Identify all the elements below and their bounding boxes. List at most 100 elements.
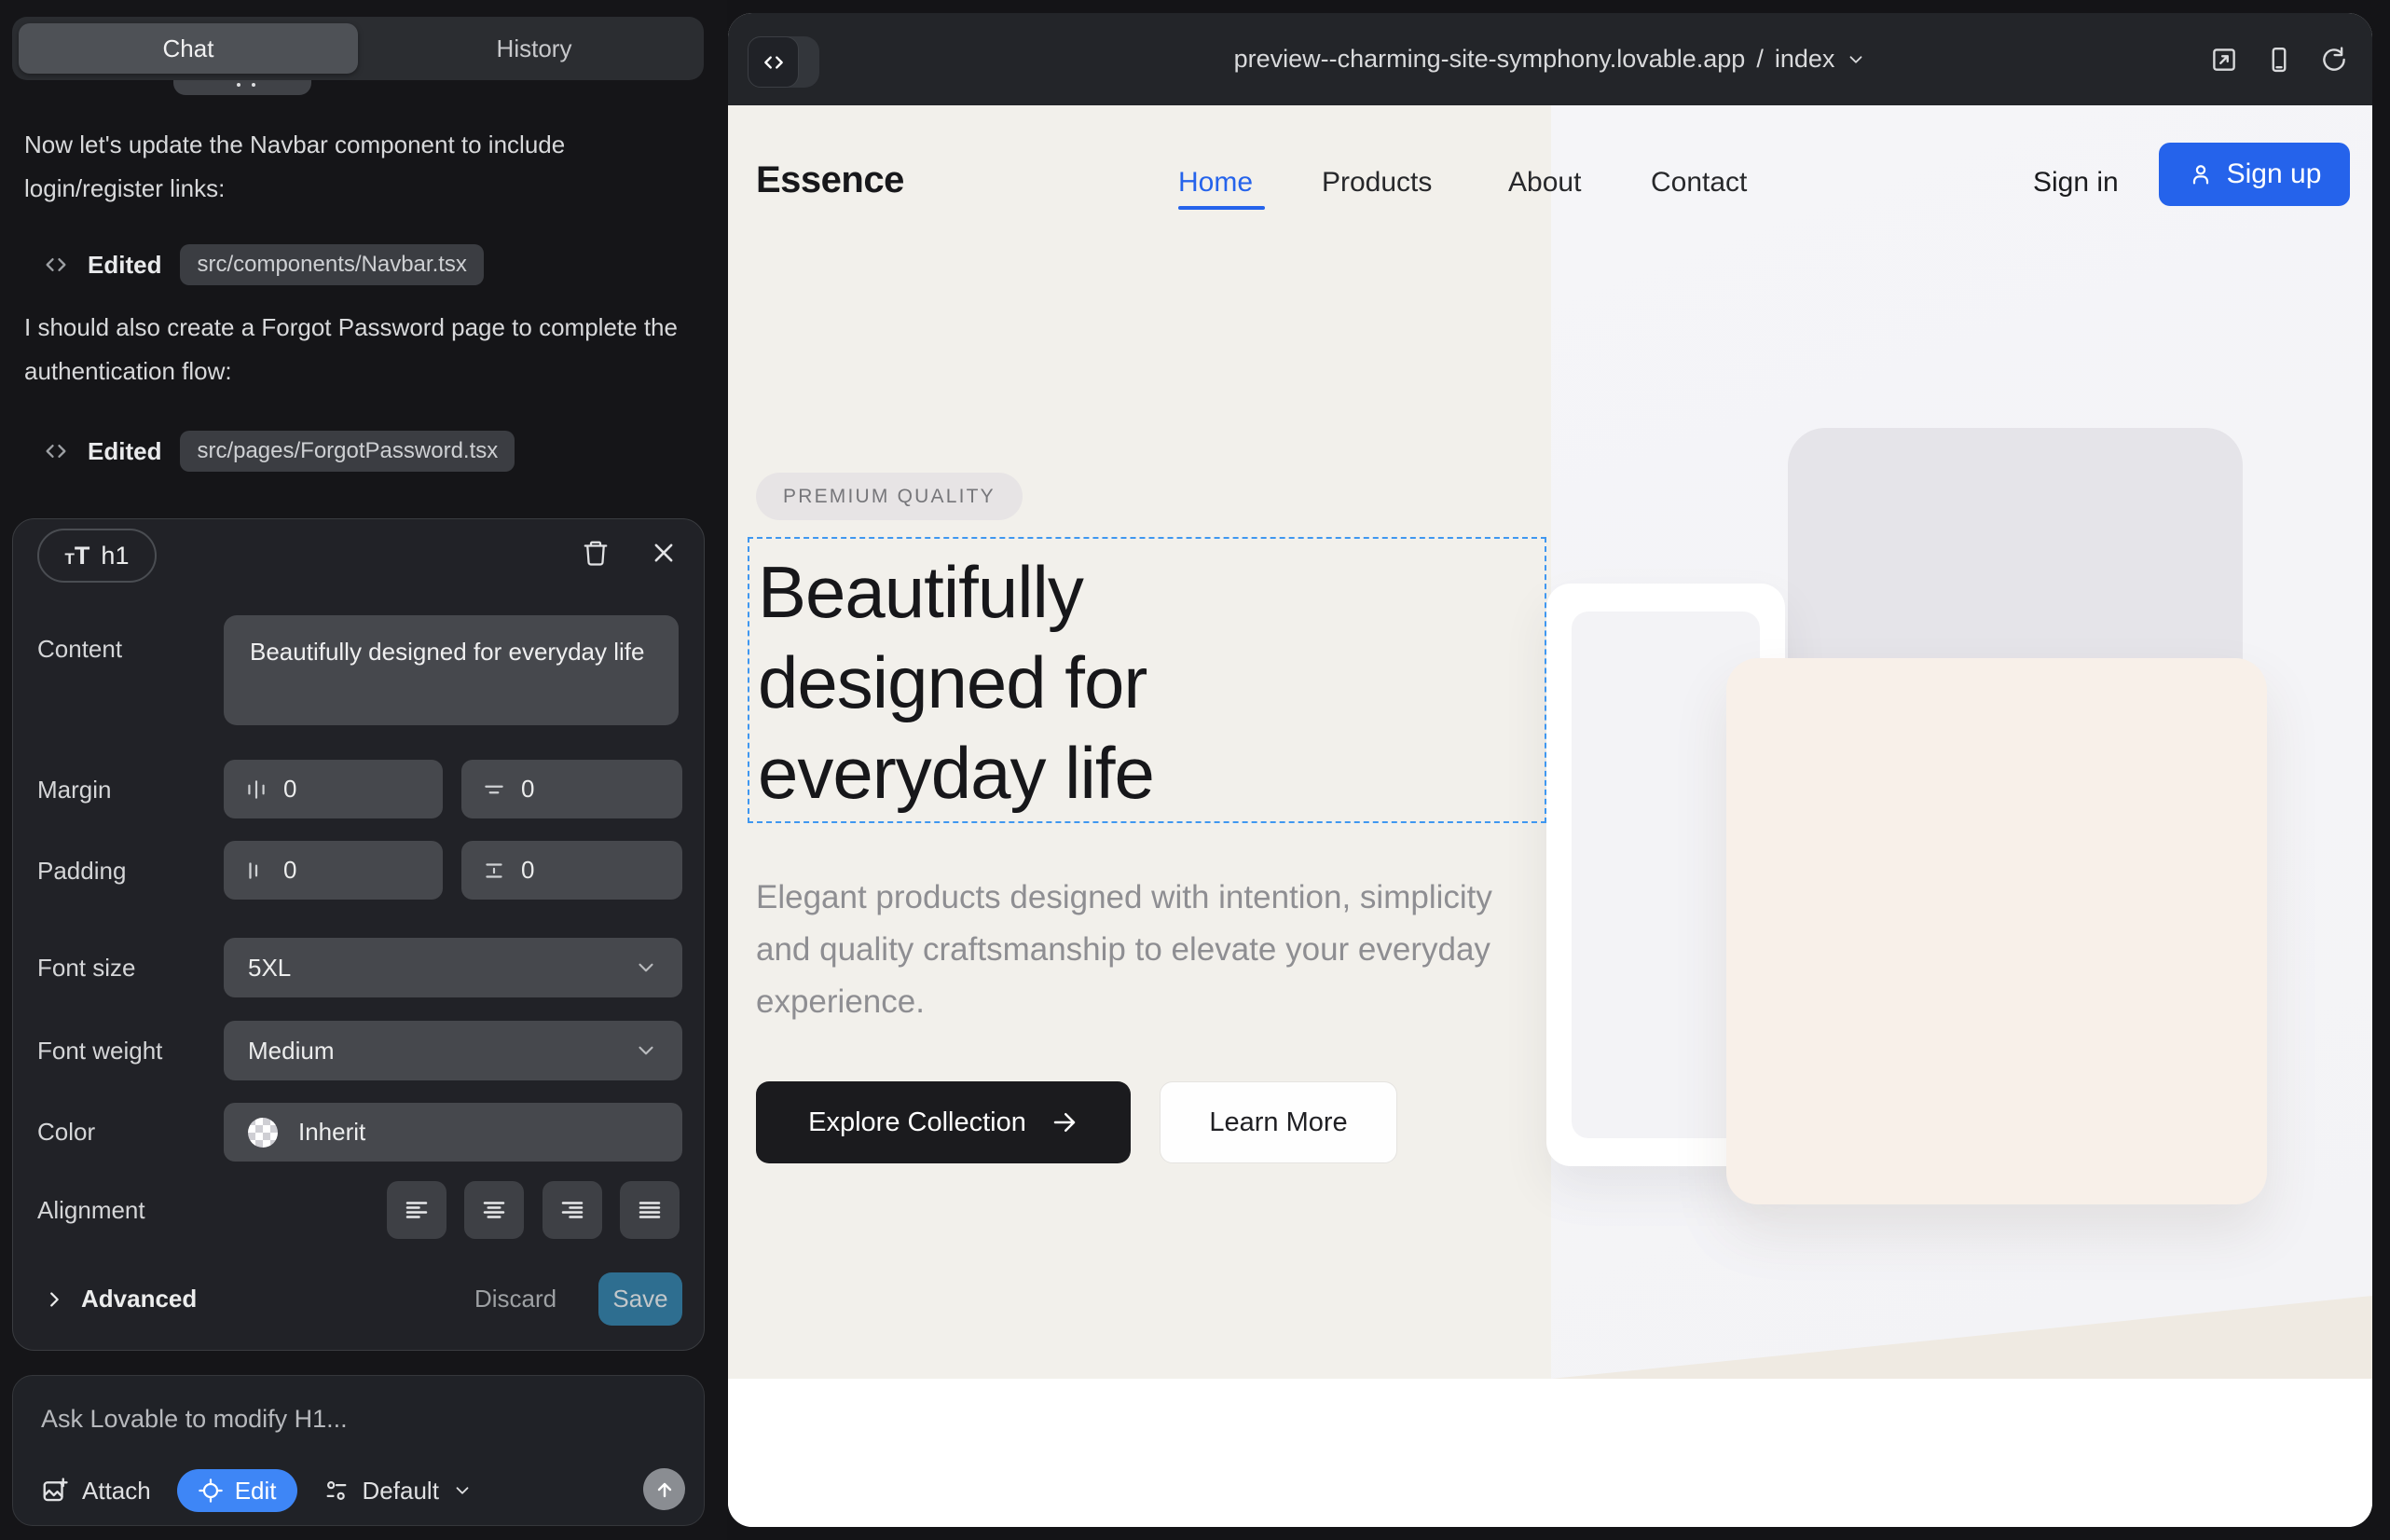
edited-label: Edited <box>88 251 161 280</box>
save-button[interactable]: Save <box>598 1272 682 1326</box>
chevron-right-icon <box>44 1289 64 1310</box>
sidebar-tabbar: Chat History <box>12 17 704 80</box>
element-editor-panel: TT h1 Content Beautifully designed for e… <box>12 518 705 1351</box>
font-weight-label: Font weight <box>37 1037 162 1066</box>
align-left-icon <box>403 1196 431 1224</box>
assistant-message: Now let's update the Navbar component to… <box>24 123 681 211</box>
chat-input[interactable] <box>41 1398 656 1439</box>
hero-diagonal-shape <box>1551 1296 2372 1379</box>
open-external-icon[interactable] <box>2210 46 2238 74</box>
send-arrow-icon <box>653 1478 676 1501</box>
color-swatch <box>248 1118 278 1148</box>
preview-topbar: preview--charming-site-symphony.lovable.… <box>728 13 2372 105</box>
margin-x-icon <box>244 777 268 802</box>
preview-frame: preview--charming-site-symphony.lovable.… <box>728 13 2372 1527</box>
align-left-button[interactable] <box>387 1181 446 1239</box>
site-canvas: Essence Home Products About Contact Sign… <box>728 105 2372 1527</box>
refresh-icon[interactable] <box>2320 46 2348 74</box>
hero-decor-beige <box>1726 658 2267 1204</box>
font-size-select[interactable]: 5XL <box>224 938 682 997</box>
tab-history[interactable]: History <box>364 17 704 80</box>
nav-link-products[interactable]: Products <box>1322 167 1432 199</box>
editor-footer: Advanced Discard Save <box>13 1272 704 1326</box>
advanced-toggle[interactable]: Advanced <box>44 1272 197 1326</box>
nav-link-about[interactable]: About <box>1508 167 1581 199</box>
edit-mode-button[interactable]: Edit <box>177 1469 297 1512</box>
file-chip[interactable]: src/components/Navbar.tsx <box>180 244 483 285</box>
sliders-icon <box>323 1478 350 1504</box>
edited-file-row: Edited src/components/Navbar.tsx <box>43 244 484 285</box>
preview-url[interactable]: preview--charming-site-symphony.lovable.… <box>728 13 2372 105</box>
selected-element-pill[interactable]: TT h1 <box>37 529 157 583</box>
nav-link-home[interactable]: Home <box>1178 167 1253 199</box>
edit-target-icon <box>198 1478 224 1504</box>
site-brand[interactable]: Essence <box>756 159 904 201</box>
signin-link[interactable]: Sign in <box>2033 167 2119 199</box>
align-justify-icon <box>636 1196 664 1224</box>
app-window: Chat History Now let's update the Navbar… <box>0 0 2390 1540</box>
align-justify-button[interactable] <box>620 1181 680 1239</box>
align-center-icon <box>480 1196 508 1224</box>
code-view-toggle[interactable] <box>748 36 819 88</box>
align-right-button[interactable] <box>543 1181 602 1239</box>
image-plus-icon <box>41 1477 69 1505</box>
chat-sidebar: Chat History Now let's update the Navbar… <box>0 0 727 1540</box>
hero-cta-row: Explore Collection Learn More <box>756 1081 1397 1163</box>
preview-page-name: index <box>1775 45 1835 74</box>
h1-selection-outline[interactable] <box>748 537 1546 823</box>
color-label: Color <box>37 1118 95 1147</box>
hero-section: Essence Home Products About Contact Sign… <box>728 105 2372 1379</box>
align-center-button[interactable] <box>464 1181 524 1239</box>
nav-link-contact[interactable]: Contact <box>1651 167 1747 199</box>
scrolled-chip-remnant <box>173 78 311 95</box>
delete-element-button[interactable] <box>577 536 614 573</box>
nav-active-underline <box>1178 206 1265 210</box>
code-icon <box>43 252 69 278</box>
padding-horizontal-input[interactable]: 0 <box>224 841 443 900</box>
file-chip[interactable]: src/pages/ForgotPassword.tsx <box>180 431 515 472</box>
explore-collection-button[interactable]: Explore Collection <box>756 1081 1131 1163</box>
margin-horizontal-input[interactable]: 0 <box>224 760 443 818</box>
code-icon <box>43 438 69 464</box>
padding-vertical-input[interactable]: 0 <box>461 841 682 900</box>
send-button[interactable] <box>643 1468 685 1510</box>
element-tag: h1 <box>101 542 129 571</box>
mobile-icon[interactable] <box>2265 46 2293 74</box>
margin-vertical-input[interactable]: 0 <box>461 760 682 818</box>
content-textarea[interactable]: Beautifully designed for everyday life <box>224 615 679 725</box>
composer-toolbar: Attach Edit Default <box>41 1469 473 1512</box>
hero-badge: PREMIUM QUALITY <box>756 473 1023 520</box>
font-size-label: Font size <box>37 954 136 983</box>
margin-label: Margin <box>37 776 111 804</box>
model-mode-select[interactable]: Default <box>323 1477 473 1506</box>
padding-y-icon <box>482 859 506 883</box>
align-right-icon <box>558 1196 586 1224</box>
edited-file-row: Edited src/pages/ForgotPassword.tsx <box>43 431 515 472</box>
signup-button[interactable]: Sign up <box>2159 143 2350 206</box>
text-size-icon: TT <box>65 542 90 571</box>
learn-more-button[interactable]: Learn More <box>1160 1081 1397 1163</box>
chevron-down-icon <box>1846 49 1866 70</box>
chevron-down-icon <box>634 1038 658 1063</box>
tab-chat[interactable]: Chat <box>19 23 358 74</box>
preview-actions <box>2210 13 2348 105</box>
user-icon <box>2188 161 2214 187</box>
color-select[interactable]: Inherit <box>224 1103 682 1162</box>
font-weight-select[interactable]: Medium <box>224 1021 682 1080</box>
chevron-down-icon <box>452 1480 473 1501</box>
trash-icon <box>582 539 610 571</box>
chat-composer: Attach Edit Default <box>12 1375 705 1526</box>
arrow-right-icon <box>1051 1108 1078 1136</box>
alignment-label: Alignment <box>37 1196 145 1225</box>
padding-x-icon <box>244 859 268 883</box>
margin-y-icon <box>482 777 506 802</box>
chevron-down-icon <box>634 956 658 980</box>
padding-label: Padding <box>37 857 126 886</box>
code-icon <box>748 36 799 88</box>
edited-label: Edited <box>88 437 161 466</box>
discard-button[interactable]: Discard <box>474 1272 556 1326</box>
close-editor-button[interactable] <box>645 536 682 573</box>
content-label: Content <box>37 635 122 664</box>
attach-button[interactable]: Attach <box>41 1477 151 1506</box>
close-icon <box>651 540 677 571</box>
